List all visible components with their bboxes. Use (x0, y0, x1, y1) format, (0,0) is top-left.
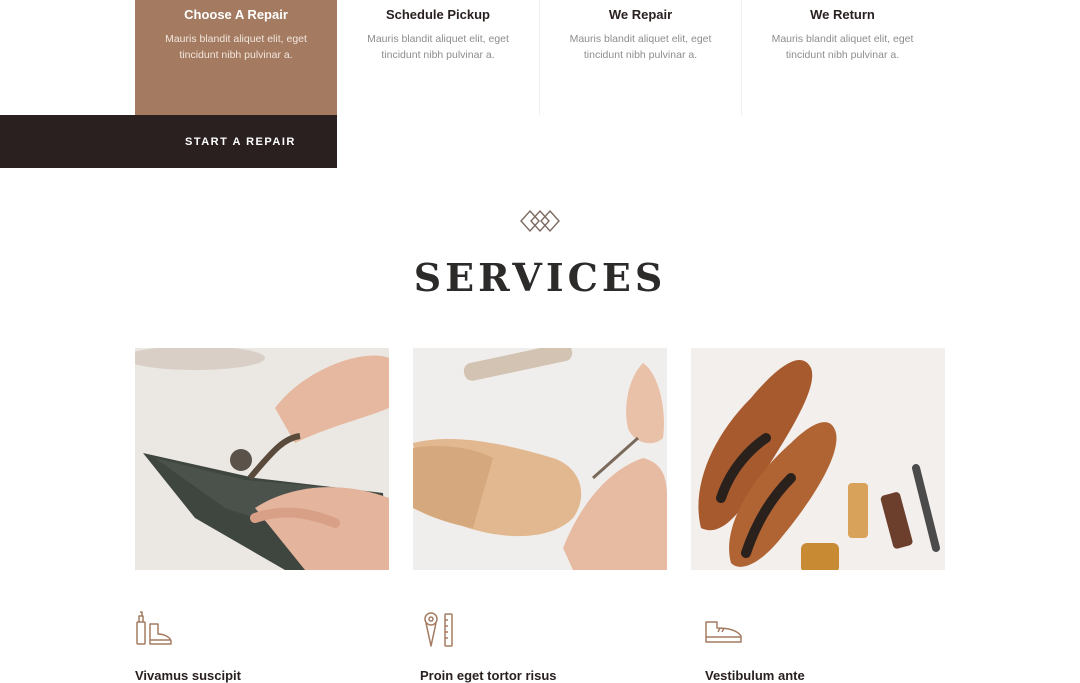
step-we-return[interactable]: We Return Mauris blandit aliquet elit, e… (741, 0, 943, 115)
leather-shoes-photo (691, 348, 945, 570)
leather-cutting-photo (135, 348, 389, 570)
shoe-icon (705, 621, 742, 643)
step-schedule-pickup[interactable]: Schedule Pickup Mauris blandit aliquet e… (337, 0, 539, 115)
boot-polish-icon (136, 611, 172, 645)
section-title: SERVICES (413, 255, 667, 300)
step-description: Mauris blandit aliquet elit, eget tincid… (367, 33, 509, 61)
service-title[interactable]: Vestibulum ante (705, 668, 805, 683)
service-title[interactable]: Proin eget tortor risus (420, 668, 557, 683)
step-choose-repair[interactable]: Choose A Repair Mauris blandit aliquet e… (135, 0, 337, 115)
step-description: Mauris blandit aliquet elit, eget tincid… (771, 33, 914, 61)
step-description: Mauris blandit aliquet elit, eget tincid… (165, 33, 307, 61)
step-title: We Repair (608, 7, 673, 22)
sewing-tools-icon (424, 612, 453, 647)
shoe-last-photo (413, 348, 667, 570)
service-title[interactable]: Vivamus suscipit (135, 668, 241, 683)
step-title: Choose A Repair (184, 7, 288, 22)
step-title: We Return (810, 7, 875, 22)
step-description: Mauris blandit aliquet elit, eget tincid… (569, 33, 712, 61)
start-repair-button[interactable]: START A REPAIR (0, 115, 337, 168)
process-steps: Choose A Repair Mauris blandit aliquet e… (135, 0, 945, 115)
step-title: Schedule Pickup (385, 7, 491, 22)
step-we-repair[interactable]: We Repair Mauris blandit aliquet elit, e… (539, 0, 741, 115)
start-repair-label: START A REPAIR (185, 135, 296, 148)
diamond-divider-icon (520, 209, 560, 233)
